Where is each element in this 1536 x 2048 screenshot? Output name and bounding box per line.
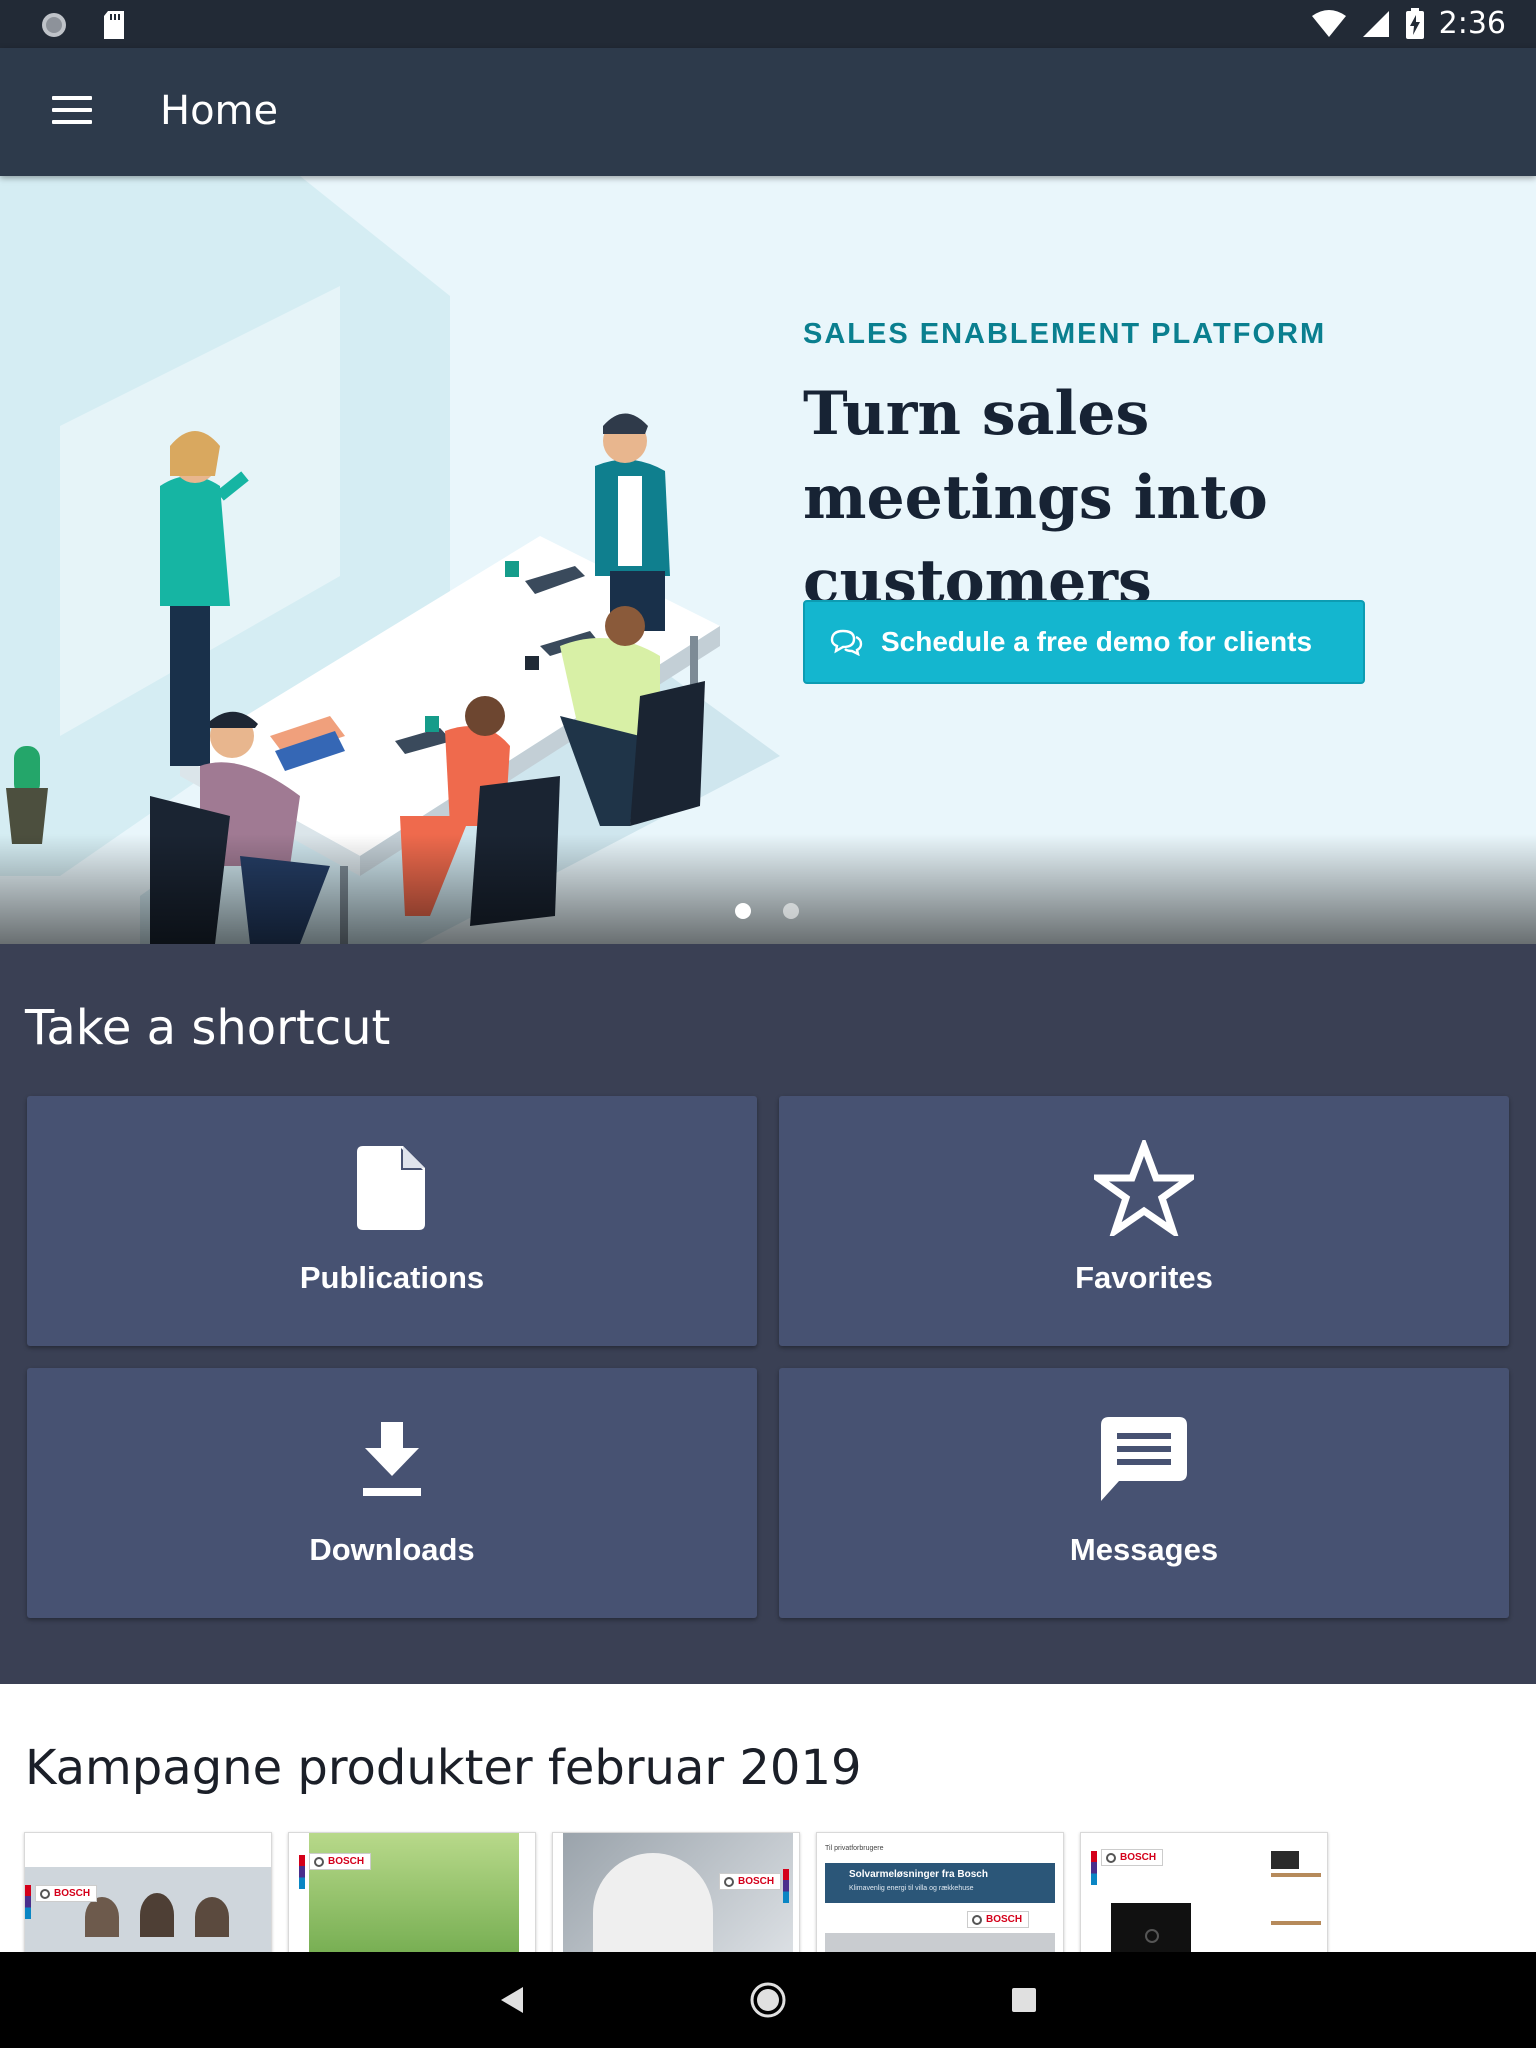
back-button[interactable] — [484, 1972, 540, 2028]
downloads-tile[interactable]: Downloads — [27, 1368, 757, 1618]
notification-dot-icon — [42, 13, 66, 37]
shortcuts-section: Take a shortcut Publications Favorites D… — [0, 944, 1536, 1684]
carousel-dot-2[interactable] — [783, 903, 799, 919]
schedule-demo-button[interactable]: Schedule a free demo for clients — [803, 600, 1365, 684]
campaign-thumbnail-1[interactable]: BOSCH — [24, 1832, 272, 1952]
message-icon — [1101, 1417, 1187, 1501]
favorites-tile[interactable]: Favorites — [779, 1096, 1509, 1346]
campaign-heading: Kampagne produkter februar 2019 — [25, 1740, 862, 1796]
star-outline-icon — [1094, 1140, 1194, 1236]
bosch-logo: BOSCH — [1101, 1849, 1164, 1866]
campaign-thumbnail-4[interactable]: Til privatforbrugere Solvarmeløsninger f… — [816, 1832, 1064, 1952]
recents-button[interactable] — [996, 1972, 1052, 2028]
campaign-thumbnail-2[interactable]: BOSCH — [288, 1832, 536, 1952]
carousel-dot-1[interactable] — [735, 903, 751, 919]
shortcuts-heading: Take a shortcut — [25, 1000, 391, 1056]
brand-stripe — [25, 1885, 31, 1919]
thumbnail-kicker: Til privatforbrugere — [825, 1845, 884, 1852]
home-button[interactable] — [740, 1972, 796, 2028]
messages-label: Messages — [1069, 1532, 1219, 1567]
download-icon — [363, 1422, 421, 1496]
sd-card-icon — [104, 11, 124, 39]
thumbnail-subtitle: Klimavenlig energi til villa og rækkehus… — [849, 1885, 974, 1892]
campaign-section: Kampagne produkter februar 2019 BOSCH BO… — [0, 1684, 1536, 1952]
app-bar: Home — [0, 48, 1536, 176]
page-title: Home — [160, 88, 279, 134]
hero-bottom-gradient — [0, 834, 1536, 944]
cell-signal-icon — [1362, 10, 1389, 37]
recents-icon — [1012, 1988, 1036, 2012]
wifi-icon — [1311, 9, 1346, 37]
hero-eyebrow: SALES ENABLEMENT PLATFORM — [803, 318, 1327, 350]
favorites-label: Favorites — [1075, 1260, 1213, 1295]
bosch-logo: BOSCH — [719, 1873, 782, 1890]
hamburger-menu-icon[interactable] — [52, 96, 92, 128]
bosch-logo: BOSCH — [309, 1853, 372, 1870]
bosch-logo: BOSCH — [35, 1885, 98, 1902]
campaign-thumbnail-5[interactable]: BOSCH — [1080, 1832, 1328, 1952]
system-nav-bar — [0, 1952, 1536, 2048]
campaign-thumbnail-3[interactable]: BOSCH — [552, 1832, 800, 1952]
brand-stripe — [299, 1855, 305, 1889]
downloads-label: Downloads — [309, 1532, 475, 1567]
chat-bubbles-icon — [830, 629, 863, 656]
status-bar: 2:36 — [0, 0, 1536, 48]
bosch-logo: BOSCH — [967, 1911, 1030, 1928]
clock: 2:36 — [1438, 6, 1506, 41]
publications-label: Publications — [299, 1260, 485, 1295]
brand-stripe — [783, 1869, 789, 1903]
home-icon — [750, 1982, 786, 2018]
schedule-demo-label: Schedule a free demo for clients — [881, 626, 1313, 657]
brand-stripe — [1091, 1851, 1097, 1885]
battery-charging-icon — [1405, 7, 1424, 39]
publications-tile[interactable]: Publications — [27, 1096, 757, 1346]
thumbnail-title: Solvarmeløsninger fra Bosch — [849, 1869, 988, 1880]
hero-headline: Turn sales meetings into customers — [803, 379, 1268, 617]
carousel-indicator — [735, 903, 799, 919]
hero-carousel[interactable]: SALES ENABLEMENT PLATFORM Turn sales mee… — [0, 176, 1536, 944]
document-icon — [357, 1146, 425, 1230]
messages-tile[interactable]: Messages — [779, 1368, 1509, 1618]
meeting-illustration — [0, 176, 780, 944]
back-icon — [501, 1987, 523, 2013]
